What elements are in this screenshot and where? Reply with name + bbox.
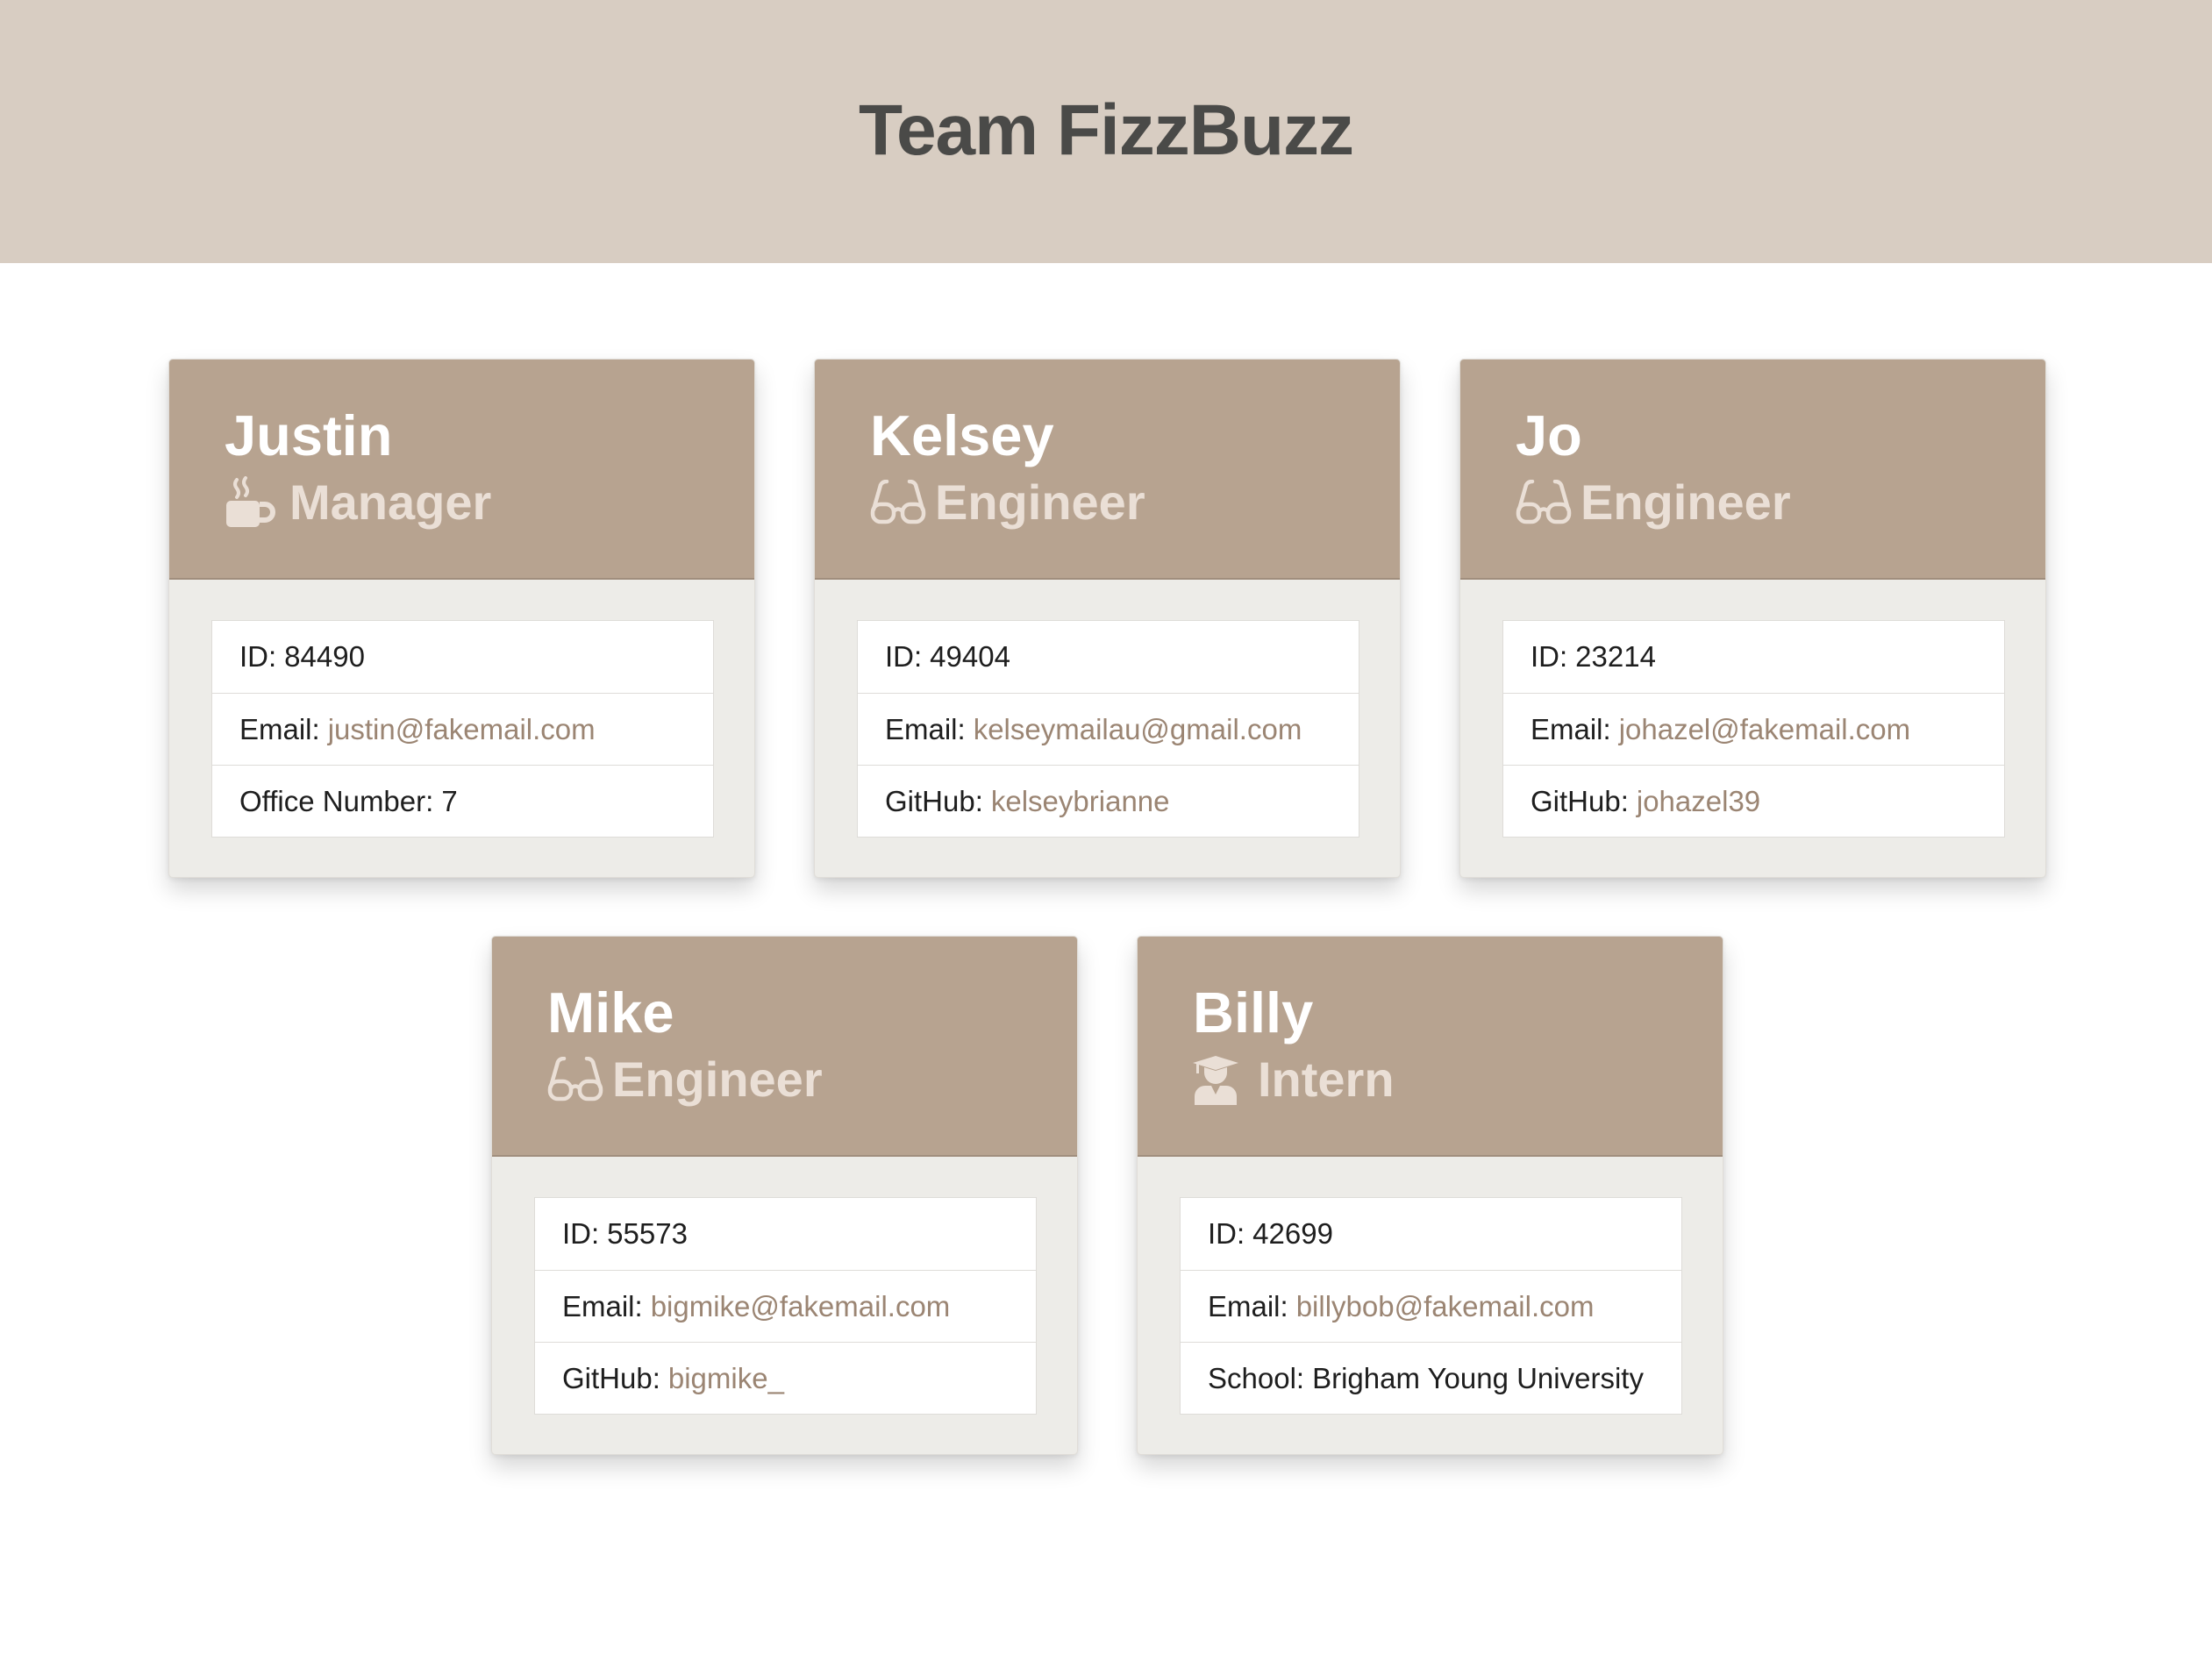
id-value: 23214 (1575, 640, 1656, 673)
employee-role: Engineer (870, 472, 1400, 533)
github-link[interactable]: kelseybrianne (991, 785, 1170, 818)
email-label: Email: (885, 712, 966, 745)
employee-name: Mike (547, 980, 674, 1044)
id-value: 49404 (930, 640, 1010, 673)
github-label: GitHub: (885, 784, 983, 817)
info-list: ID: 49404 Email: kelseymailau@gmail.com … (857, 620, 1359, 838)
employee-card-kelsey: Kelsey Engineer ID: 49404 Email: kelseym… (814, 359, 1401, 878)
card-header: Mike Engineer (492, 937, 1077, 1157)
employee-role: Manager (225, 472, 754, 533)
card-header: Jo Engineer (1460, 360, 2045, 580)
email-link[interactable]: justin@fakemail.com (328, 713, 596, 746)
github-label: GitHub: (1531, 784, 1629, 817)
id-label: ID: (1531, 640, 1568, 673)
card-header: Justin Manager (169, 360, 754, 580)
id-row: ID: 55573 (535, 1198, 1036, 1270)
page-title: Team FizzBuzz (858, 90, 1354, 170)
header-banner: Team FizzBuzz (0, 0, 2212, 263)
github-row: GitHub: bigmike_ (535, 1342, 1036, 1414)
employee-name: Justin (225, 403, 393, 467)
role-label: Engineer (612, 1052, 823, 1107)
id-label: ID: (239, 640, 277, 673)
school-row: School: Brigham Young University (1181, 1342, 1681, 1414)
id-value: 42699 (1252, 1217, 1333, 1250)
employee-card-mike: Mike Engineer ID: 55573 Email: bigmike@f… (491, 936, 1078, 1455)
employee-role: Intern (1193, 1049, 1723, 1110)
role-label: Engineer (935, 474, 1145, 530)
info-list: ID: 23214 Email: johazel@fakemail.com Gi… (1502, 620, 2005, 838)
id-row: ID: 49404 (858, 621, 1359, 693)
office-number-label: Office Number: (239, 784, 434, 817)
email-label: Email: (239, 712, 320, 745)
github-link[interactable]: johazel39 (1637, 785, 1760, 818)
employee-name: Jo (1516, 403, 1582, 467)
github-label: GitHub: (562, 1361, 660, 1394)
employee-role: Engineer (1516, 472, 2045, 533)
email-link[interactable]: kelseymailau@gmail.com (974, 713, 1302, 746)
glasses-icon (547, 1053, 605, 1106)
email-link[interactable]: johazel@fakemail.com (1619, 713, 1910, 746)
employee-name: Billy (1193, 980, 1314, 1044)
card-header: Kelsey Engineer (815, 360, 1400, 580)
id-value: 55573 (607, 1217, 688, 1250)
school-label: School: (1208, 1361, 1305, 1394)
info-list: ID: 42699 Email: billybob@fakemail.com S… (1180, 1197, 1682, 1415)
employee-name: Kelsey (870, 403, 1054, 467)
employee-card-justin: Justin Manager ID: 84490 Email: justin@f… (168, 359, 755, 878)
email-link[interactable]: bigmike@fakemail.com (651, 1290, 951, 1323)
email-row: Email: billybob@fakemail.com (1181, 1270, 1681, 1342)
id-row: ID: 42699 (1181, 1198, 1681, 1270)
email-label: Email: (1531, 712, 1611, 745)
id-label: ID: (1208, 1217, 1245, 1250)
employee-card-billy: Billy Intern ID: 42699 Email: billybob@f… (1137, 936, 1723, 1455)
email-row: Email: justin@fakemail.com (212, 693, 713, 765)
graduate-icon (1193, 1053, 1251, 1106)
role-label: Engineer (1581, 474, 1791, 530)
office-number-value: 7 (441, 784, 458, 817)
id-value: 84490 (284, 640, 365, 673)
github-row: GitHub: kelseybrianne (858, 765, 1359, 837)
email-row: Email: johazel@fakemail.com (1503, 693, 2004, 765)
info-list: ID: 84490 Email: justin@fakemail.com Off… (211, 620, 714, 838)
employee-role: Engineer (547, 1049, 1077, 1110)
id-label: ID: (885, 640, 923, 673)
role-label: Manager (289, 474, 492, 530)
email-row: Email: bigmike@fakemail.com (535, 1270, 1036, 1342)
id-row: ID: 84490 (212, 621, 713, 693)
github-link[interactable]: bigmike_ (668, 1362, 784, 1395)
email-link[interactable]: billybob@fakemail.com (1296, 1290, 1595, 1323)
id-label: ID: (562, 1217, 600, 1250)
id-row: ID: 23214 (1503, 621, 2004, 693)
employee-card-jo: Jo Engineer ID: 23214 Email: johazel@fak… (1459, 359, 2046, 878)
role-label: Intern (1258, 1052, 1395, 1107)
email-label: Email: (562, 1289, 643, 1322)
card-header: Billy Intern (1138, 937, 1723, 1157)
github-row: GitHub: johazel39 (1503, 765, 2004, 837)
office-number-row: Office Number: 7 (212, 765, 713, 837)
mug-icon (225, 476, 282, 529)
glasses-icon (870, 476, 928, 529)
email-label: Email: (1208, 1289, 1288, 1322)
info-list: ID: 55573 Email: bigmike@fakemail.com Gi… (534, 1197, 1037, 1415)
email-row: Email: kelseymailau@gmail.com (858, 693, 1359, 765)
glasses-icon (1516, 476, 1573, 529)
school-value: Brigham Young University (1312, 1361, 1644, 1394)
